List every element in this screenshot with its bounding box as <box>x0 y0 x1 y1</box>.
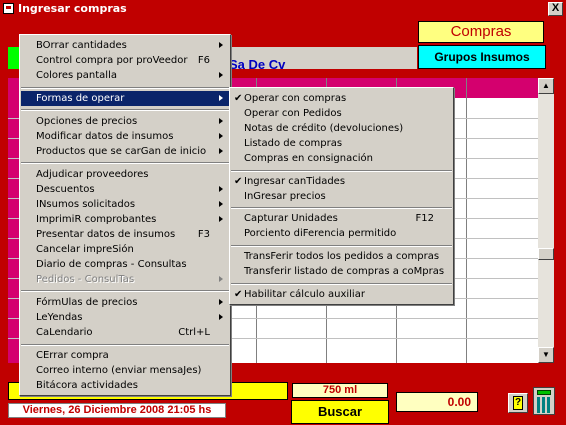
checkmark-icon: ✔ <box>234 176 243 187</box>
company-name: Sa De Cv <box>229 57 286 72</box>
main-context-menu: BOrrar cantidades Control compra por pro… <box>19 34 231 396</box>
checkmark-icon: ✔ <box>234 289 243 300</box>
submenu-arrow-icon <box>219 95 223 101</box>
app-icon[interactable] <box>3 3 14 14</box>
submenu-arrow-icon <box>219 201 223 207</box>
calculator-icon <box>537 390 551 395</box>
submenu-arrow-icon <box>219 133 223 139</box>
submenu-item-notas-credito[interactable]: Notas de crédito (devoluciones) <box>231 121 452 136</box>
menu-separator <box>231 170 452 172</box>
menu-item-pedidos-consultas[interactable]: Pedidos - ConsulTas <box>21 272 229 287</box>
date-display: Viernes, 26 Diciembre 2008 21:05 hs <box>8 403 226 418</box>
menu-item-correo-interno[interactable]: Correo interno (enviar mensaJes) <box>21 363 229 378</box>
submenu-arrow-icon <box>219 186 223 192</box>
scroll-up-button[interactable]: ▲ <box>538 78 554 94</box>
title-bar: Ingresar compras X <box>0 0 566 18</box>
menu-separator <box>231 207 452 209</box>
menu-item-cancelar-impresion[interactable]: Cancelar impreSión <box>21 242 229 257</box>
submenu-item-transferir-listado[interactable]: Transferir listado de compras a coMpras <box>231 264 452 279</box>
close-button[interactable]: X <box>548 2 563 16</box>
submenu-item-operar-pedidos[interactable]: Operar con Pedidos <box>231 106 452 121</box>
menu-item-modificar-insumos[interactable]: Modificar datos de insumos <box>21 129 229 144</box>
submenu-arrow-icon <box>219 42 223 48</box>
submenu-item-operar-compras[interactable]: ✔ Operar con compras <box>231 91 452 106</box>
submenu-arrow-icon <box>219 72 223 78</box>
menu-separator <box>21 162 229 164</box>
submenu-item-calculo-auxiliar[interactable]: ✔ Habilitar cálculo auxiliar <box>231 287 452 302</box>
menu-item-borrar-cantidades[interactable]: BOrrar cantidades <box>21 38 229 53</box>
menu-item-bitacora[interactable]: Bitácora actividades <box>21 378 229 393</box>
help-button[interactable]: ? <box>508 393 528 413</box>
menu-item-colores-pantalla[interactable]: Colores pantalla <box>21 68 229 83</box>
submenu-arrow-icon <box>219 118 223 124</box>
unit-field: 750 ml <box>292 383 388 398</box>
menu-item-calendario[interactable]: CaLendario Ctrl+L <box>21 325 229 340</box>
scroll-down-button[interactable]: ▼ <box>538 347 554 363</box>
menu-item-control-compra[interactable]: Control compra por proVeedor F6 <box>21 53 229 68</box>
menu-item-formas-de-operar[interactable]: Formas de operar <box>21 91 229 106</box>
menu-item-formulas-precios[interactable]: FórmUlas de precios <box>21 295 229 310</box>
menu-separator <box>21 344 229 346</box>
calculator-keys <box>537 397 551 413</box>
grid-column-divider <box>466 78 467 363</box>
menu-item-adjudicar-proveedores[interactable]: Adjudicar proveedores <box>21 167 229 182</box>
submenu-item-capturar-unidades[interactable]: Capturar Unidades F12 <box>231 211 452 226</box>
total-field: 0.00 <box>396 392 478 412</box>
buscar-button[interactable]: Buscar <box>291 400 389 424</box>
checkmark-icon: ✔ <box>234 93 243 104</box>
menu-item-cerrar-compra[interactable]: CErrar compra <box>21 348 229 363</box>
grupos-insumos-button[interactable]: Grupos Insumos <box>418 45 546 69</box>
compras-label: Compras <box>418 21 544 43</box>
menu-item-presentar-datos[interactable]: Presentar datos de insumos F3 <box>21 227 229 242</box>
menu-item-imprimir-comprobantes[interactable]: ImprimiR comprobantes <box>21 212 229 227</box>
menu-item-leyendas[interactable]: LeYendas <box>21 310 229 325</box>
submenu-item-ingresar-precios[interactable]: InGresar precios <box>231 189 452 204</box>
menu-separator <box>21 87 229 89</box>
menu-item-insumos-solicitados[interactable]: INsumos solicitados <box>21 197 229 212</box>
menu-item-opciones-precios[interactable]: Opciones de precios <box>21 114 229 129</box>
submenu-arrow-icon <box>219 314 223 320</box>
menu-separator <box>21 109 229 111</box>
submenu-arrow-icon <box>219 299 223 305</box>
menu-item-diario-compras[interactable]: Diario de compras - Consultas <box>21 257 229 272</box>
submenu-arrow-icon <box>219 276 223 282</box>
submenu-item-listado-compras[interactable]: Listado de compras <box>231 136 452 151</box>
submenu-item-compras-consignacion[interactable]: Compras en consignación <box>231 151 452 166</box>
scroll-thumb[interactable] <box>538 248 554 260</box>
submenu-item-porciento-diferencia[interactable]: Porciento diFerencia permitido <box>231 226 452 241</box>
menu-separator <box>231 245 452 247</box>
grid-scrollbar[interactable]: ▲ ▼ <box>538 78 554 363</box>
formas-de-operar-submenu: ✔ Operar con compras Operar con Pedidos … <box>229 87 454 305</box>
submenu-arrow-icon <box>219 216 223 222</box>
menu-item-productos-inicio[interactable]: Productos que se carGan de inicio <box>21 144 229 159</box>
menu-separator <box>231 283 452 285</box>
window-title: Ingresar compras <box>18 2 127 15</box>
submenu-item-transferir-pedidos[interactable]: TransFerir todos los pedidos a compras <box>231 249 452 264</box>
menu-separator <box>21 290 229 292</box>
help-icon: ? <box>513 396 523 410</box>
menu-item-descuentos[interactable]: Descuentos <box>21 182 229 197</box>
submenu-item-ingresar-cantidades[interactable]: ✔ Ingresar canTidades <box>231 174 452 189</box>
submenu-arrow-icon <box>219 148 223 154</box>
calculator-button[interactable] <box>533 387 555 415</box>
